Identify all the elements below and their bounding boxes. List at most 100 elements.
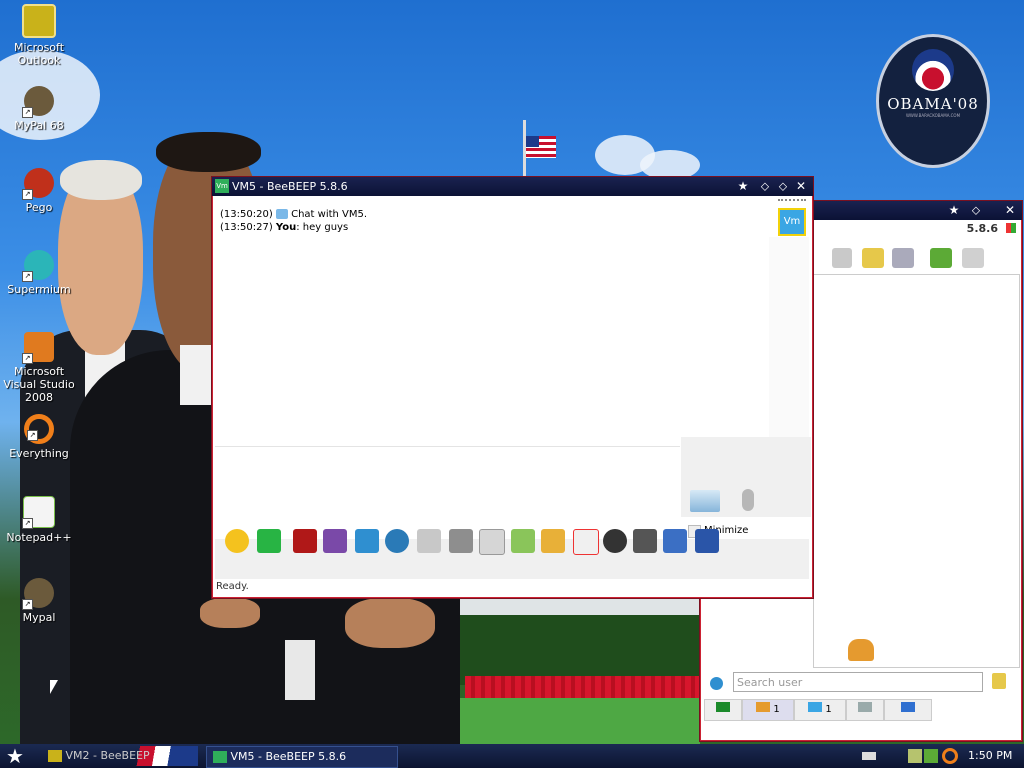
obama-logo-icon — [912, 49, 954, 91]
bin-icon[interactable] — [962, 248, 984, 268]
desktop-icon-label: Mypal — [22, 611, 56, 624]
compose-icon[interactable] — [862, 248, 884, 268]
person-obama-hand — [345, 598, 435, 648]
start-star-icon[interactable]: ★ — [6, 744, 24, 768]
mouse-cursor — [50, 680, 58, 694]
users-group-icon — [848, 639, 874, 661]
edit-vcard-icon[interactable] — [832, 248, 852, 268]
network-icon[interactable] — [930, 248, 952, 268]
close-icon[interactable]: ✕ — [1002, 202, 1018, 218]
files-icon — [901, 702, 915, 712]
message-text: Chat with VM5. — [291, 209, 368, 220]
beebeep-tray-icon[interactable] — [924, 749, 938, 763]
tab-chats[interactable]: 1 — [794, 699, 846, 721]
tab-network-status[interactable] — [704, 699, 742, 721]
person-obama-hair — [156, 132, 261, 172]
detach-icon[interactable]: ⬦ — [757, 178, 773, 194]
send-message-icon[interactable] — [690, 490, 720, 512]
tab-files[interactable] — [884, 699, 932, 721]
tab-users-count: 1 — [773, 704, 780, 715]
chat-message: (13:50:27) You: hey guys — [220, 222, 348, 233]
pin-icon[interactable]: ⬦ — [968, 202, 984, 218]
taskbar-app-icon — [48, 750, 62, 762]
tab-chats-count: 1 — [825, 704, 832, 715]
clock[interactable]: 1:50 PM — [968, 749, 1012, 762]
clear-icon[interactable] — [633, 529, 657, 553]
settings-gear-icon[interactable] — [710, 677, 723, 690]
text-style-icon[interactable] — [323, 529, 347, 553]
message-text: : hey guys — [296, 222, 349, 233]
lawn — [440, 698, 700, 744]
pin-icon[interactable]: ⬦ — [775, 178, 791, 194]
avatar-side-panel — [769, 237, 809, 437]
keyboard-icon[interactable] — [862, 752, 876, 760]
tab-users[interactable]: 1 — [742, 699, 794, 721]
desktop-icon-notepadpp[interactable]: ↗ Notepad++ — [0, 496, 78, 544]
desktop-icon-everything[interactable]: ↗ Everything — [0, 414, 78, 460]
desktop-icon-mypal-68[interactable]: ↗ MyPal 68 — [0, 86, 78, 132]
search-user-input[interactable]: Search user — [733, 672, 983, 692]
clear-search-icon[interactable] — [992, 673, 1006, 689]
beebeep-app-icon: Vm — [215, 179, 229, 193]
desktop-icon-label: MyPal 68 — [14, 119, 64, 132]
dictionary-icon[interactable] — [449, 529, 473, 553]
badge-subtitle: WWW.BARACKOBAMA.COM — [905, 113, 961, 118]
settings-icon[interactable] — [385, 529, 409, 553]
search-tray-icon[interactable] — [942, 748, 958, 764]
desktop-icon-mypal[interactable]: ↗ Mypal — [0, 578, 78, 624]
tools-icon[interactable] — [892, 248, 914, 268]
desktop-icon-pego[interactable]: ↗ Pego — [0, 168, 78, 214]
filter-icon[interactable] — [355, 529, 379, 553]
taskbar-item-label: VM5 - BeeBEEP 5.8.6 — [230, 750, 347, 763]
color-icon[interactable] — [257, 529, 281, 553]
desktop-icon-label: Microsoft Outlook — [13, 41, 65, 67]
desktop-icon-visual-studio[interactable]: ↗ Microsoft Visual Studio 2008 — [0, 332, 78, 404]
taskbar-item-vm2[interactable]: VM2 - BeeBEEP — [48, 746, 198, 766]
desktop-icon-supermium[interactable]: ↗ Supermium — [0, 250, 78, 296]
us-flag — [526, 136, 556, 158]
avatar-resize-handle[interactable] — [778, 199, 806, 203]
visual-studio-icon: ↗ — [22, 332, 54, 364]
outlook-icon — [22, 4, 56, 38]
main-version-label: 5.8.6 — [966, 222, 998, 235]
desktop-icon-label: Microsoft Visual Studio 2008 — [3, 365, 75, 404]
sound-icon[interactable] — [479, 529, 505, 555]
users-icon — [756, 702, 771, 712]
star-icon[interactable]: ★ — [735, 178, 751, 194]
message-input[interactable] — [215, 446, 680, 517]
close-icon[interactable]: ✕ — [793, 178, 809, 194]
send-folder-icon[interactable] — [541, 529, 565, 553]
desktop-icon-label: Notepad++ — [6, 531, 72, 544]
obama-08-badge: OBAMA'08 WWW.BARACKOBAMA.COM — [876, 34, 990, 168]
edit-icon[interactable] — [663, 529, 687, 553]
message-sender: You — [275, 222, 297, 233]
microphone-icon[interactable] — [742, 489, 754, 511]
screenshot-icon[interactable] — [603, 529, 627, 553]
flowerbed — [465, 676, 700, 698]
user-list-area — [813, 274, 1020, 668]
taskbar-app-icon — [213, 751, 227, 763]
code-icon[interactable] — [573, 529, 599, 555]
chat-window: Vm VM5 - BeeBEEP 5.8.6 ★ ⬦ ⬦ ✕ (13:50:20… — [211, 176, 814, 599]
status-bar: Ready. — [216, 581, 249, 592]
font-icon[interactable] — [293, 529, 317, 553]
star-icon[interactable]: ★ — [946, 202, 962, 218]
spellcheck-icon[interactable] — [417, 529, 441, 553]
tab-groups[interactable] — [846, 699, 884, 721]
chat-window-titlebar[interactable]: Vm VM5 - BeeBEEP 5.8.6 ★ ⬦ ⬦ ✕ — [212, 177, 813, 196]
notepadpp-icon: ↗ — [22, 496, 55, 529]
user-avatar[interactable]: Vm — [778, 208, 806, 236]
desktop-icon-outlook[interactable]: Microsoft Outlook — [0, 4, 78, 67]
chat-window-title: VM5 - BeeBEEP 5.8.6 — [232, 180, 348, 193]
save-icon[interactable] — [695, 529, 719, 553]
person-obama-cuff — [285, 640, 315, 700]
mypal-icon: ↗ — [22, 578, 54, 610]
network-tray-icon[interactable] — [908, 749, 922, 763]
chat-history: (13:50:20) Chat with VM5. (13:50:27) You… — [215, 199, 769, 435]
taskbar-item-label: VM2 - BeeBEEP — [65, 749, 150, 762]
send-file-icon[interactable] — [511, 529, 535, 553]
emoticon-icon[interactable] — [225, 529, 249, 553]
taskbar-item-vm5[interactable]: VM5 - BeeBEEP 5.8.6 — [206, 746, 398, 768]
badge-title: OBAMA'08 — [887, 95, 979, 113]
desktop-icon-label: Supermium — [7, 283, 71, 296]
